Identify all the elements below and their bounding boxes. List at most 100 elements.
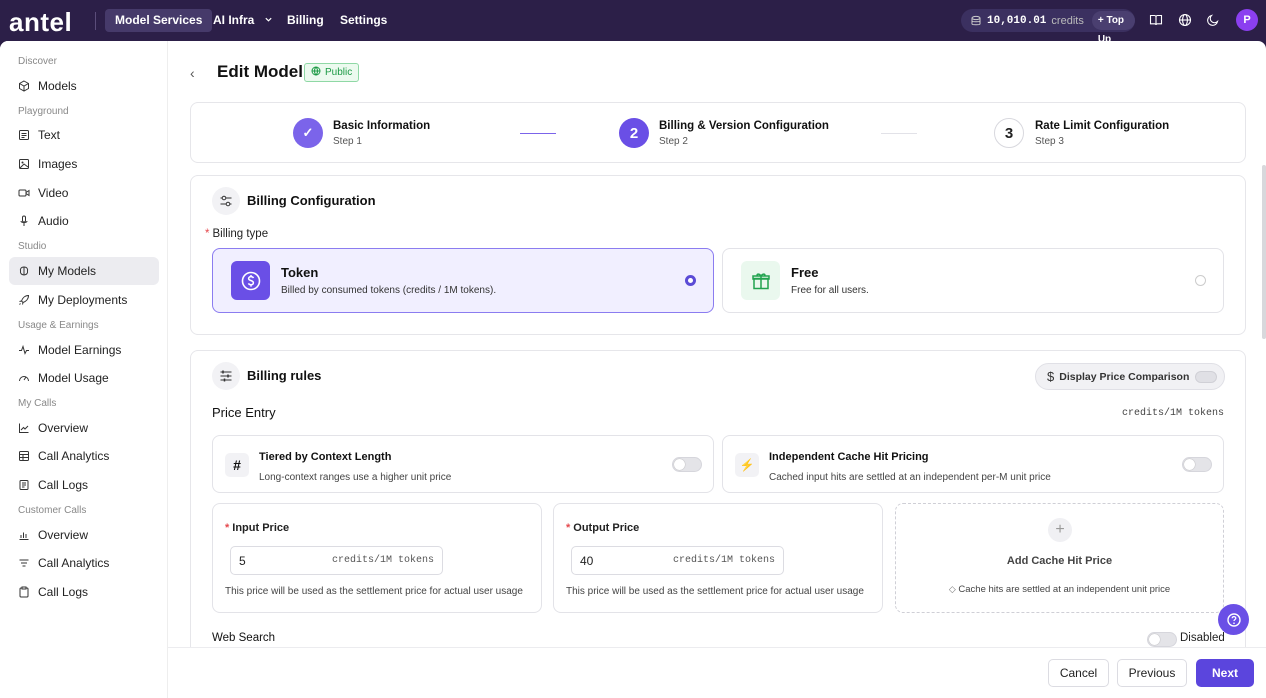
price-entry-label: Price Entry (212, 405, 276, 420)
next-button[interactable]: Next (1196, 659, 1254, 687)
display-price-comparison-switch[interactable] (1195, 370, 1218, 383)
credits-balance: 10,010.01 credits + Top Up (961, 9, 1135, 45)
rocket-icon (18, 294, 30, 306)
output-price-help: This price will be used as the settlemen… (566, 586, 864, 597)
credits-value: 10,010.01 (987, 14, 1047, 27)
line-chart-icon (18, 422, 30, 434)
sidebar-item-my-deployments[interactable]: My Deployments (9, 286, 159, 314)
input-price-field[interactable]: 5 credits/1M tokens (230, 546, 443, 575)
dollar-circle-icon (231, 261, 270, 300)
billing-option-token[interactable]: Token Billed by consumed tokens (credits… (212, 248, 714, 313)
moon-icon[interactable] (1204, 11, 1222, 29)
independent-cache-hit-toggle[interactable] (1182, 457, 1212, 472)
step-1-check-icon: ✓ (293, 118, 323, 148)
sidebar-item-model-earnings[interactable]: Model Earnings (9, 336, 159, 364)
sidebar: Discover Models Playground Text Images V… (0, 41, 168, 698)
top-navigation-bar: antel Model Services AI Infra Billing Se… (0, 0, 1266, 45)
gift-icon (741, 261, 780, 300)
sidebar-item-audio[interactable]: Audio (9, 207, 159, 235)
log-icon (18, 479, 30, 491)
nav-model-services[interactable]: Model Services (105, 9, 213, 32)
step-2-subtitle: Step 2 (659, 136, 688, 147)
sidebar-item-my-calls-overview[interactable]: Overview (9, 414, 159, 442)
feature-description: Cached input hits are settled at an inde… (769, 472, 1051, 483)
billing-option-free[interactable]: Free Free for all users. (722, 248, 1224, 313)
input-price-label: * Input Price (225, 522, 290, 534)
price-unit-label: credits/1M tokens (1121, 408, 1224, 419)
sidebar-item-customer-logs[interactable]: Call Logs (9, 578, 159, 606)
video-icon (18, 187, 30, 199)
sidebar-item-label: Audio (38, 214, 69, 228)
user-avatar[interactable]: P (1236, 9, 1258, 31)
add-cache-hit-price-button[interactable]: + Add Cache Hit Price ◇ Cache hits are s… (895, 503, 1224, 613)
step-1-subtitle: Step 1 (333, 136, 362, 147)
brand-logo[interactable]: antel (9, 7, 72, 38)
hash-icon: # (225, 453, 249, 477)
globe-icon (311, 66, 321, 79)
sidebar-item-label: Call Analytics (38, 449, 110, 463)
sidebar-item-my-models[interactable]: My Models (9, 257, 159, 285)
sidebar-section-customer-calls: Customer Calls (18, 505, 87, 516)
billing-rules-card: Billing rules $ Display Price Comparison… (190, 350, 1246, 670)
output-price-label: * Output Price (566, 522, 640, 534)
output-price-value: 40 (580, 554, 594, 568)
billing-option-title: Free (791, 265, 819, 280)
step-connector (520, 133, 556, 134)
back-button[interactable]: ‹ (190, 65, 195, 81)
sidebar-item-my-calls-logs[interactable]: Call Logs (9, 471, 159, 499)
sidebar-item-images[interactable]: Images (9, 150, 159, 178)
plus-icon: + (1048, 518, 1072, 542)
step-2-title: Billing & Version Configuration (659, 120, 829, 132)
nav-ai-infra[interactable]: AI Infra (203, 9, 283, 32)
feature-description: Long-context ranges use a higher unit pr… (259, 472, 452, 483)
tiered-context-length-toggle[interactable] (672, 457, 702, 472)
sidebar-item-label: Video (38, 186, 69, 200)
sidebar-item-label: Call Logs (38, 585, 89, 599)
add-cache-hit-price-label: Add Cache Hit Price (1006, 555, 1113, 567)
step-3-number: 3 (994, 118, 1024, 148)
pulse-icon (18, 344, 30, 356)
globe-icon[interactable] (1176, 11, 1194, 29)
table-icon (18, 450, 30, 462)
web-search-toggle[interactable] (1147, 632, 1177, 647)
image-icon (18, 158, 30, 170)
nav-billing[interactable]: Billing (277, 9, 334, 32)
cancel-button[interactable]: Cancel (1048, 659, 1109, 687)
stepper: ✓ Basic Information Step 1 2 Billing & V… (190, 102, 1246, 163)
clipboard-icon (18, 586, 30, 598)
sidebar-item-text[interactable]: Text (9, 121, 159, 149)
sidebar-item-label: My Models (38, 264, 97, 278)
help-button[interactable] (1218, 604, 1249, 635)
sidebar-item-label: Images (38, 157, 78, 171)
previous-button[interactable]: Previous (1117, 659, 1187, 687)
independent-cache-hit-option: ⚡ Independent Cache Hit Pricing Cached i… (722, 435, 1224, 493)
billing-rules-title: Billing rules (247, 368, 322, 383)
cache-hit-description: ◇ Cache hits are settled at an independe… (948, 584, 1171, 595)
output-price-unit: credits/1M tokens (672, 555, 775, 566)
free-radio[interactable] (1195, 275, 1206, 286)
output-price-panel: * Output Price 40 credits/1M tokens This … (553, 503, 883, 613)
sidebar-item-customer-overview[interactable]: Overview (9, 521, 159, 549)
content-area: ‹ Edit Model Public ✓ Basic Information … (168, 41, 1266, 698)
billing-configuration-card: Billing Configuration * Billing type Toke… (190, 175, 1246, 335)
token-radio[interactable] (685, 275, 696, 286)
step-connector (881, 133, 917, 134)
output-price-field[interactable]: 40 credits/1M tokens (571, 546, 784, 575)
book-icon[interactable] (1147, 11, 1165, 29)
billing-option-description: Free for all users. (791, 285, 869, 296)
top-up-button[interactable]: + Top Up (1091, 11, 1135, 45)
nav-settings[interactable]: Settings (330, 9, 397, 32)
step-3-title: Rate Limit Configuration (1035, 120, 1170, 132)
sidebar-item-my-calls-analytics[interactable]: Call Analytics (9, 442, 159, 470)
public-badge-label: Public (325, 67, 353, 78)
brain-icon (18, 265, 30, 277)
sidebar-item-label: My Deployments (38, 293, 128, 307)
sidebar-item-models[interactable]: Models (9, 72, 159, 100)
input-price-unit: credits/1M tokens (331, 555, 434, 566)
sidebar-item-customer-analytics[interactable]: Call Analytics (9, 549, 159, 577)
main-panel: Discover Models Playground Text Images V… (0, 41, 1266, 698)
display-price-comparison-toggle[interactable]: $ Display Price Comparison (1035, 363, 1225, 390)
sidebar-item-video[interactable]: Video (9, 179, 159, 207)
sidebar-item-model-usage[interactable]: Model Usage (9, 364, 159, 392)
scrollbar[interactable] (1262, 165, 1266, 339)
